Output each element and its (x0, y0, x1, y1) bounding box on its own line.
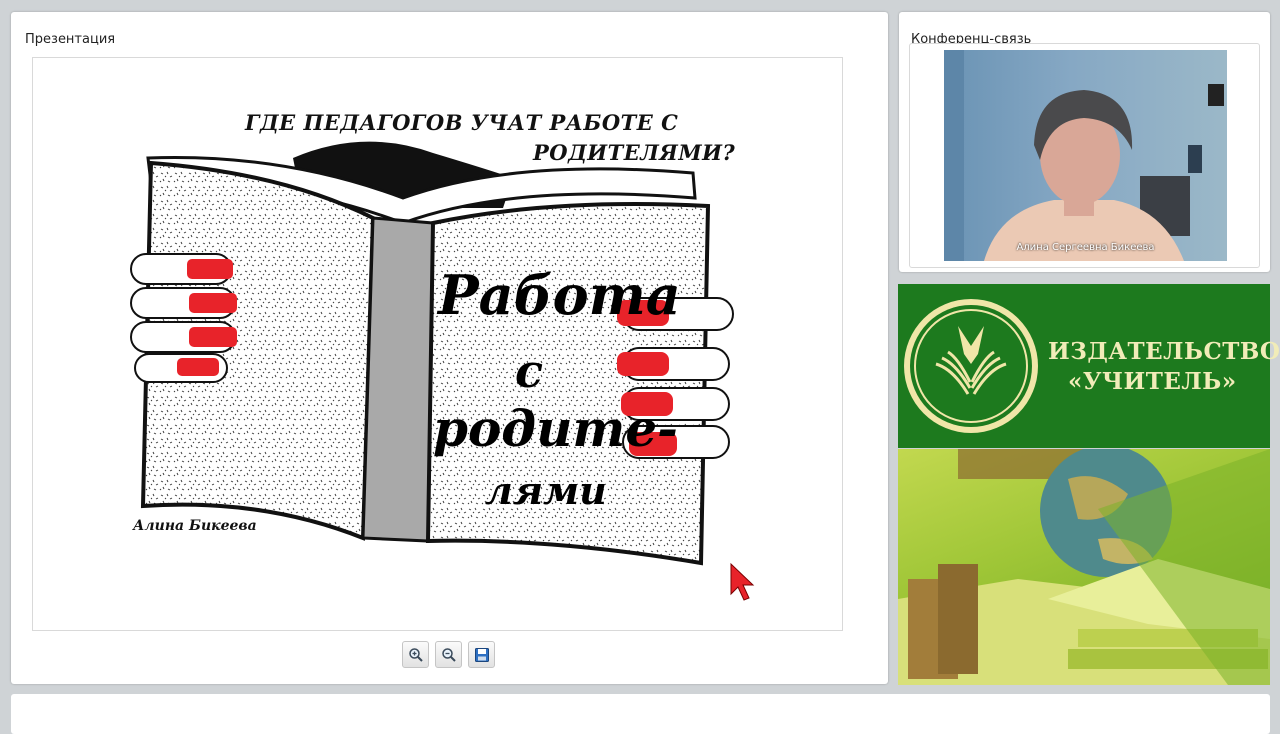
book-title-word1: Работа (438, 263, 681, 327)
zoom-in-button[interactable] (402, 641, 429, 668)
zoom-out-icon (441, 647, 456, 662)
floppy-disk-icon (474, 647, 489, 662)
presentation-panel-title: Презентация (25, 32, 116, 47)
book-title-word2: с (515, 344, 544, 398)
zoom-in-icon (408, 647, 423, 662)
presentation-panel: Презентация ГДЕ ПЕДАГОГОВ УЧАТ РАБОТЕ С … (11, 12, 888, 684)
slide-author: Алина Бикеева (133, 518, 257, 534)
publisher-banner-image (898, 449, 1270, 685)
bottom-panel (11, 694, 1270, 734)
mouse-cursor-icon (730, 562, 755, 601)
book-title-word4: лями (485, 468, 607, 513)
participant-video[interactable]: Алина Сергеевна Бикеева (944, 50, 1227, 261)
publisher-banner[interactable]: ИЗДАТЕЛЬСТВО «УЧИТЕЛЬ» (898, 284, 1280, 448)
publisher-logo-icon (904, 299, 1038, 433)
video-container: Алина Сергеевна Бикеева (909, 43, 1260, 268)
book-title-word3: родите- (433, 399, 678, 458)
save-button[interactable] (468, 641, 495, 668)
publisher-name-line2: «УЧИТЕЛЬ» (1068, 368, 1237, 395)
conference-panel: Конференц-связь Алина Сергеевна Бикеева (899, 12, 1270, 272)
books-and-globe-illustration (898, 449, 1270, 685)
book-illustration (130, 141, 734, 566)
book-spine (361, 216, 435, 543)
publisher-name-line1: ИЗДАТЕЛЬСТВО (1048, 338, 1280, 365)
slide-canvas[interactable]: ГДЕ ПЕДАГОГОВ УЧАТ РАБОТЕ С РОДИТЕЛЯМИ? (32, 57, 843, 631)
participant-silhouette (944, 50, 1224, 261)
participant-name-label: Алина Сергеевна Бикеева (1016, 242, 1155, 253)
zoom-out-button[interactable] (435, 641, 462, 668)
